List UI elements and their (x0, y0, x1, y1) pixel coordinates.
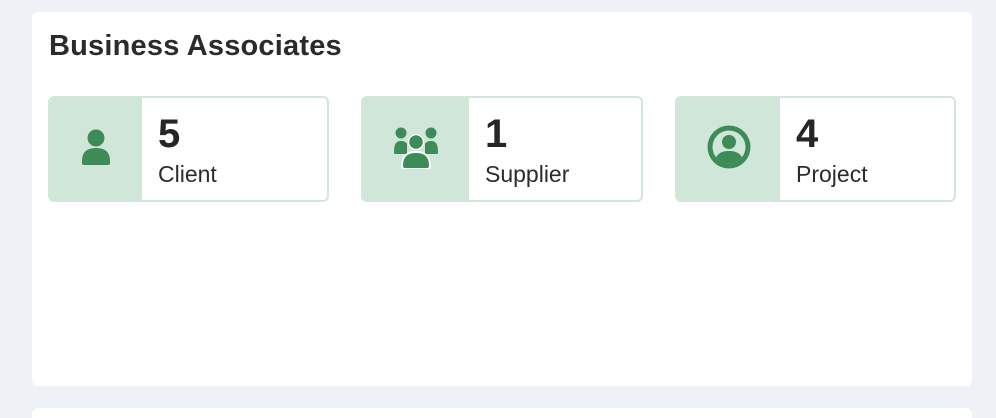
panel-title: Business Associates (49, 30, 342, 62)
project-card[interactable]: 4 Project (675, 96, 956, 202)
client-card-body: 5 Client (142, 98, 217, 200)
supplier-card[interactable]: 1 Supplier (361, 96, 643, 202)
client-label: Client (158, 161, 217, 187)
supplier-card-body: 1 Supplier (469, 98, 569, 200)
client-count: 5 (158, 112, 181, 156)
supplier-label: Supplier (485, 161, 570, 187)
person-icon (80, 128, 112, 171)
supplier-icon-box (363, 98, 469, 200)
client-icon-box (50, 98, 142, 200)
project-count: 4 (796, 112, 819, 156)
project-card-body: 4 Project (780, 98, 868, 200)
user-circle-icon (707, 125, 751, 174)
client-card[interactable]: 5 Client (48, 96, 329, 202)
project-icon-box (677, 98, 780, 200)
next-panel-edge (32, 408, 972, 418)
users-group-icon (393, 125, 439, 174)
project-label: Project (796, 161, 868, 187)
business-associates-panel: Business Associates 5 Client 1 Supplier … (32, 12, 972, 386)
supplier-count: 1 (485, 112, 508, 156)
